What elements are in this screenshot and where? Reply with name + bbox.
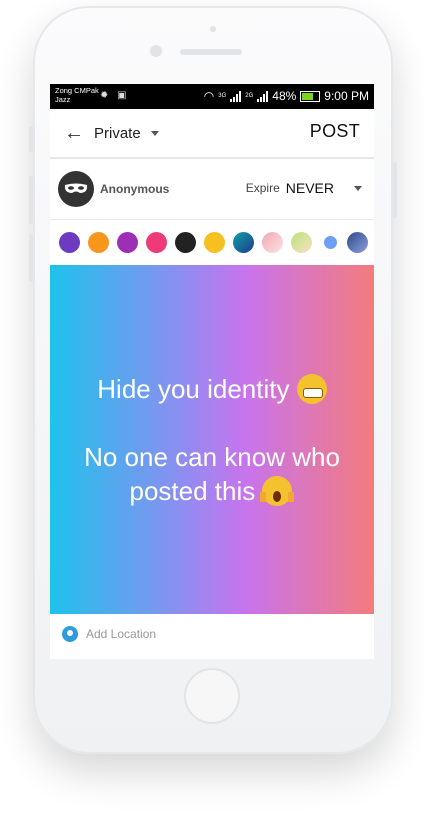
top-bar: ← Private POST [50,109,374,159]
network-type-2: 2G [245,93,254,99]
earpiece-speaker [180,49,242,55]
signal-icon-2 [257,90,269,102]
post-text-line-2: No one can know who [84,441,340,472]
post-text: Hide you identity [97,373,290,404]
home-button[interactable] [184,668,240,724]
volume-up-button [29,176,33,224]
status-bar: Zong CMPak Jazz ✹ ▣ ◠ 3G 2G 48% 9:00 PM [50,84,374,109]
post-text-line-3: posted this [130,474,295,508]
carrier-name-2: Jazz [55,95,71,104]
chevron-down-icon [150,130,159,136]
app-screen: Zong CMPak Jazz ✹ ▣ ◠ 3G 2G 48% 9:00 PM … [50,84,374,659]
scream-emoji-icon [260,475,295,506]
color-swatch[interactable] [88,232,109,253]
expire-label: Expire [245,181,280,195]
mask-icon [64,183,88,193]
color-swatch[interactable] [175,232,196,253]
color-swatch[interactable] [347,232,368,253]
signal-icon [230,90,242,102]
image-icon: ▣ [117,90,127,101]
color-swatch[interactable] [324,236,337,249]
carrier-info: Zong CMPak Jazz [55,86,99,104]
volume-down-button [29,234,33,282]
post-canvas[interactable]: Hide you identity No one can know who po… [50,265,374,614]
expire-selector[interactable]: Expire NEVER [246,180,362,196]
color-swatch[interactable] [233,232,254,253]
status-icons: ◠ 3G 2G 48% 9:00 PM [204,89,369,103]
add-location[interactable]: Add Location [50,614,374,654]
android-icon: ✹ [100,90,109,101]
color-swatch[interactable] [291,232,312,253]
privacy-label: Private [94,124,141,142]
location-pin-icon [62,626,78,642]
post-text: posted this [129,475,256,506]
sensor [210,26,216,32]
color-picker [50,220,374,265]
wifi-icon: ◠ [203,89,215,103]
color-swatch[interactable] [59,232,80,253]
privacy-dropdown[interactable]: Private [94,125,159,142]
add-location-label: Add Location [86,627,157,641]
silent-switch [29,126,33,152]
user-row: Anonymous Expire NEVER [50,159,374,220]
chevron-down-icon [354,185,362,191]
username: Anonymous [100,182,170,196]
expire-value: NEVER [285,180,334,196]
color-swatch[interactable] [262,232,283,253]
network-type-1: 3G [218,93,227,99]
post-button[interactable]: POST [310,121,360,142]
color-swatch[interactable] [146,232,167,253]
battery-icon [300,90,321,102]
color-swatch[interactable] [117,232,138,253]
grin-emoji-icon [296,373,327,404]
clock: 9:00 PM [324,89,369,103]
color-swatch[interactable] [204,232,225,253]
carrier-name: Zong CMPak [55,86,99,95]
back-arrow-icon[interactable]: ← [64,122,86,145]
post-text-line-1: Hide you identity [97,372,327,406]
battery-percent: 48% [272,89,297,103]
avatar [58,171,94,207]
power-button [393,162,397,218]
notification-icons: ✹ ▣ [100,90,127,101]
front-camera [150,45,162,57]
